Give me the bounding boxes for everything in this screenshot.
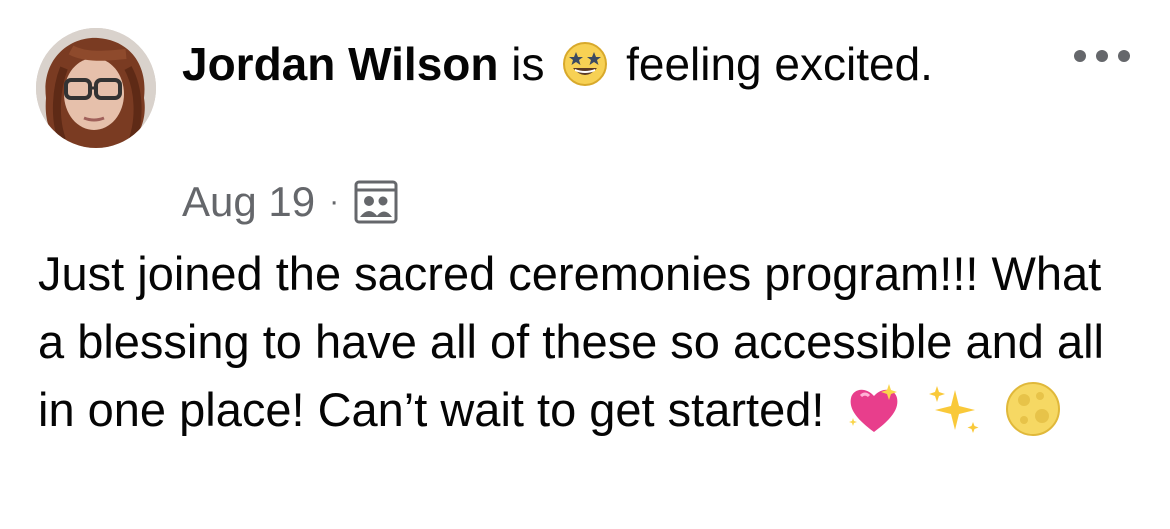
author-avatar[interactable]: [36, 28, 156, 148]
author-name[interactable]: Jordan Wilson: [182, 38, 499, 90]
post-header: Jordan Wilson is feeling excited.: [182, 34, 1042, 94]
post-card: Jordan Wilson is feeling excited. Aug 19…: [0, 0, 1170, 529]
sparkles-emoji-icon: [925, 380, 983, 438]
more-dot: [1118, 50, 1130, 62]
meta-separator: ·: [329, 185, 340, 218]
sparkling-heart-emoji-icon: [845, 380, 903, 438]
more-dot: [1074, 50, 1086, 62]
post-timestamp[interactable]: Aug 19: [182, 178, 315, 226]
star-struck-emoji-icon: [561, 40, 609, 88]
post-meta: Aug 19 ·: [182, 176, 399, 228]
more-options-button[interactable]: [1074, 44, 1130, 68]
post-body: Just joined the sacred ceremonies progra…: [38, 240, 1138, 444]
feeling-text: feeling excited.: [626, 38, 933, 90]
more-dot: [1096, 50, 1108, 62]
group-audience-icon[interactable]: [353, 179, 399, 225]
activity-prefix: is: [511, 38, 545, 90]
full-moon-emoji-icon: [1004, 380, 1062, 438]
